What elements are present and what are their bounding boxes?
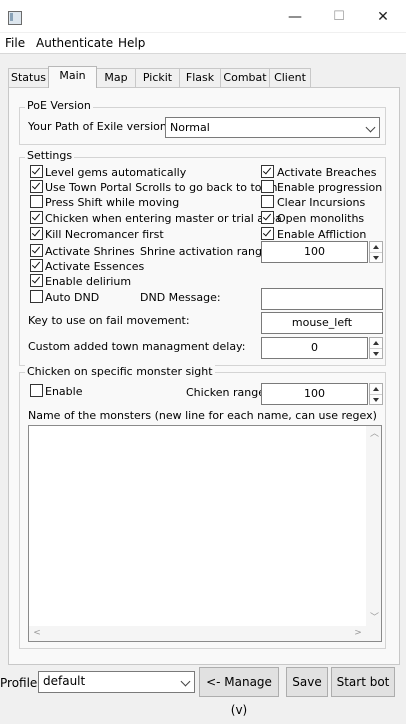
chicken-master-checkbox[interactable] — [30, 211, 43, 224]
monsters-textarea[interactable]: ︿ ﹀ < > — [28, 425, 382, 642]
tab-status[interactable]: Status — [8, 68, 49, 87]
monsters-label: Name of the monsters (new line for each … — [28, 409, 377, 422]
close-button[interactable]: ✕ — [372, 8, 394, 26]
activate-breaches-label: Activate Breaches — [277, 166, 377, 179]
horizontal-scrollbar[interactable]: < > — [29, 626, 381, 641]
settings-title: Settings — [25, 149, 75, 162]
chicken-title: Chicken on specific monster sight — [25, 365, 215, 378]
chevron-down-icon — [365, 122, 376, 133]
activate-shrines-label: Activate Shrines — [45, 245, 135, 258]
enable-affliction-label: Enable Affliction — [277, 228, 367, 241]
profile-value: default — [43, 674, 86, 688]
enable-delirium-label: Enable delirium — [45, 275, 132, 288]
shrine-range-stepper[interactable] — [369, 241, 383, 263]
town-delay-label: Custom added town managment delay: — [28, 340, 246, 353]
manage-button[interactable]: <- Manage (v) — [199, 667, 279, 717]
stepper-down-icon[interactable] — [370, 394, 382, 405]
enable-progression-checkbox[interactable] — [261, 180, 274, 193]
town-delay-stepper[interactable] — [369, 337, 383, 359]
minimize-button[interactable]: — — [284, 8, 306, 26]
chevron-down-icon — [180, 676, 191, 687]
town-portal-label: Use Town Portal Scrolls to go back to to… — [45, 181, 278, 194]
chicken-enable-checkbox[interactable] — [30, 384, 43, 397]
kill-necromancer-checkbox[interactable] — [30, 227, 43, 240]
fail-key-input[interactable]: mouse_left — [261, 312, 383, 334]
dnd-message-input[interactable] — [261, 288, 383, 310]
menu-authenticate[interactable]: Authenticate — [36, 36, 113, 50]
profile-label: Profile: — [0, 676, 42, 690]
menu-bar: File Authenticate Help — [0, 33, 406, 54]
poe-version-label: Your Path of Exile version: — [28, 120, 171, 133]
app-icon — [8, 11, 22, 25]
poe-version-title: PoE Version — [25, 99, 93, 112]
activate-essences-label: Activate Essences — [45, 260, 145, 273]
town-portal-checkbox[interactable] — [30, 180, 43, 193]
title-bar: — ☐ ✕ — [0, 0, 406, 32]
level-gems-checkbox[interactable] — [30, 165, 43, 178]
poe-version-select[interactable]: Normal — [165, 117, 380, 138]
activate-breaches-checkbox[interactable] — [261, 165, 274, 178]
poe-version-value: Normal — [170, 121, 210, 134]
save-button[interactable]: Save — [286, 667, 328, 697]
enable-progression-label: Enable progression — [277, 181, 383, 194]
profile-select[interactable]: default — [38, 671, 195, 693]
start-bot-button[interactable]: Start bot — [331, 667, 395, 697]
activate-essences-checkbox[interactable] — [30, 259, 43, 272]
enable-affliction-checkbox[interactable] — [261, 227, 274, 240]
open-monoliths-label: Open monoliths — [277, 212, 365, 225]
enable-delirium-checkbox[interactable] — [30, 274, 43, 287]
chicken-range-label: Chicken range: — [186, 386, 269, 399]
chicken-range-stepper[interactable] — [369, 383, 383, 405]
auto-dnd-label: Auto DND — [45, 291, 100, 304]
clear-incursions-checkbox[interactable] — [261, 195, 274, 208]
shrine-range-input[interactable]: 100 — [261, 241, 368, 263]
tab-main[interactable]: Main — [48, 66, 97, 88]
stepper-up-icon[interactable] — [370, 384, 382, 394]
menu-help[interactable]: Help — [118, 36, 145, 50]
tab-pickit[interactable]: Pickit — [135, 68, 180, 87]
press-shift-label: Press Shift while moving — [45, 196, 180, 209]
tab-client[interactable]: Client — [269, 68, 311, 87]
tab-flask[interactable]: Flask — [179, 68, 221, 87]
open-monoliths-checkbox[interactable] — [261, 211, 274, 224]
fail-key-label: Key to use on fail movement: — [28, 314, 190, 327]
vertical-scrollbar[interactable]: ︿ ﹀ — [366, 426, 381, 626]
stepper-up-icon[interactable] — [370, 242, 382, 252]
kill-necromancer-label: Kill Necromancer first — [45, 228, 164, 241]
press-shift-checkbox[interactable] — [30, 195, 43, 208]
scroll-left-icon[interactable]: < — [33, 629, 41, 638]
maximize-button[interactable]: ☐ — [328, 8, 350, 26]
auto-dnd-checkbox[interactable] — [30, 290, 43, 303]
stepper-down-icon[interactable] — [370, 348, 382, 359]
tab-map[interactable]: Map — [96, 68, 136, 87]
activate-shrines-checkbox[interactable] — [30, 244, 43, 257]
dnd-message-label: DND Message: — [140, 291, 221, 304]
scroll-up-icon[interactable]: ︿ — [370, 430, 379, 439]
stepper-up-icon[interactable] — [370, 338, 382, 348]
chicken-master-label: Chicken when entering master or trial ar… — [45, 212, 282, 225]
clear-incursions-label: Clear Incursions — [277, 196, 366, 209]
town-delay-input[interactable]: 0 — [261, 337, 368, 359]
shrine-range-label: Shrine activation range: — [140, 245, 273, 258]
scroll-right-icon[interactable]: > — [354, 629, 362, 638]
level-gems-label: Level gems automatically — [45, 166, 187, 179]
scroll-down-icon[interactable]: ﹀ — [370, 614, 379, 623]
stepper-down-icon[interactable] — [370, 252, 382, 263]
chicken-enable-label: Enable — [45, 385, 83, 398]
tab-combat[interactable]: Combat — [220, 68, 270, 87]
menu-file[interactable]: File — [5, 36, 25, 50]
chicken-range-input[interactable]: 100 — [261, 383, 368, 405]
main-tab-panel: PoE Version Your Path of Exile version: … — [8, 87, 400, 665]
